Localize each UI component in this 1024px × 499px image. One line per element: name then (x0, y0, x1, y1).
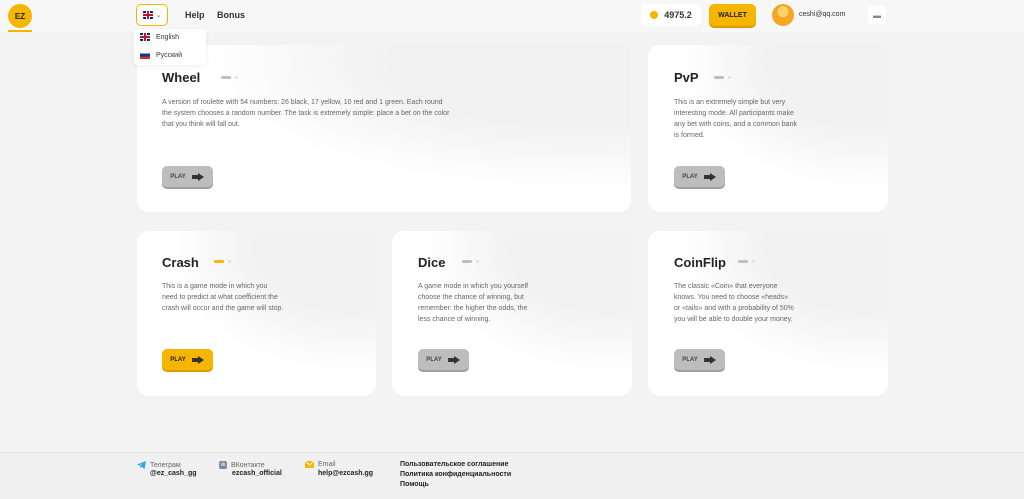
play-button[interactable]: PLAY (674, 166, 725, 187)
title-indicator (214, 260, 224, 263)
title-indicator-dot (235, 76, 238, 79)
language-option-label: English (156, 33, 179, 41)
game-card-crash: Crash This is a game mode in which you n… (137, 231, 376, 396)
vk-icon: vk (219, 461, 227, 469)
title-indicator-dot (752, 260, 755, 263)
user-email[interactable]: ceshi@qq.com (799, 11, 845, 18)
play-button-label: PLAY (170, 356, 186, 363)
game-title: Crash (162, 255, 199, 270)
play-button[interactable]: PLAY (162, 166, 213, 187)
game-card-pvp: PvP This is an extremely simple but very… (648, 45, 888, 212)
arrow-right-icon (447, 355, 461, 364)
arrow-right-icon (191, 355, 205, 364)
play-button-label: PLAY (682, 173, 698, 180)
game-description: A version of roulette with 54 numbers: 2… (162, 99, 450, 128)
ru-flag-icon (140, 51, 150, 59)
menu-icon[interactable]: ▬ (868, 6, 886, 24)
title-indicator (738, 260, 748, 263)
title-indicator (714, 76, 724, 79)
top-bar: EZ ⌄ Help Bonus 4975.2 WALLET ceshi@qq.c… (0, 0, 1024, 32)
game-card-wheel: Wheel A version of roulette with 54 numb… (137, 45, 631, 212)
privacy-policy-link[interactable]: Политика конфиденциальности (400, 471, 511, 478)
arrow-right-icon (191, 172, 205, 181)
play-button-label: PLAY (682, 356, 698, 363)
game-card-dice: Dice A game mode in which you yourself c… (392, 231, 632, 396)
title-indicator-dot (476, 260, 479, 263)
title-indicator-dot (228, 260, 231, 263)
email-label: Email (305, 461, 336, 468)
language-option-label: Русский (156, 51, 182, 59)
game-description: A game mode in which you yourself choose… (418, 283, 529, 323)
balance-amount: 4975.2 (664, 10, 692, 20)
language-option-english[interactable]: English (140, 33, 179, 41)
play-button-label: PLAY (426, 356, 442, 363)
title-indicator (221, 76, 231, 79)
language-dropdown: English Русский (134, 29, 206, 65)
telegram-icon (137, 461, 146, 469)
balance-display: 4975.2 (641, 4, 701, 26)
arrow-right-icon (703, 355, 717, 364)
game-title: Dice (418, 255, 446, 270)
telegram-handle[interactable]: @ez_cash_gg (150, 470, 197, 477)
game-description: This is a game mode in which you need to… (162, 283, 284, 312)
user-avatar[interactable] (772, 4, 794, 26)
game-card-coinflip: CoinFlip The classic «Coin» that everyon… (648, 231, 888, 396)
play-button-label: PLAY (170, 173, 186, 180)
vk-handle[interactable]: ezcash_official (232, 470, 282, 477)
game-title: PvP (674, 70, 699, 85)
game-title: CoinFlip (674, 255, 726, 270)
wallet-button[interactable]: WALLET (709, 4, 756, 26)
title-indicator (462, 260, 472, 263)
play-button[interactable]: PLAY (674, 349, 725, 370)
language-selector-button[interactable]: ⌄ (136, 4, 168, 26)
site-logo[interactable]: EZ (8, 4, 32, 28)
support-email[interactable]: help@ezcash.gg (318, 470, 373, 477)
language-option-russian[interactable]: Русский (140, 51, 182, 59)
arrow-right-icon (703, 172, 717, 181)
vk-label: vk ВКонтакте (219, 461, 265, 469)
logo-mark-icon: EZ (15, 12, 25, 21)
uk-flag-icon (142, 11, 153, 19)
coin-icon (650, 11, 659, 19)
title-indicator-dot (728, 76, 731, 79)
game-description: The classic «Coin» that everyone knows. … (674, 283, 794, 323)
mail-icon (305, 461, 314, 468)
uk-flag-icon (140, 33, 150, 41)
user-agreement-link[interactable]: Пользовательское соглашение (400, 461, 508, 468)
game-title: Wheel (162, 70, 201, 85)
play-button[interactable]: PLAY (418, 349, 469, 370)
nav-bonus-link[interactable]: Bonus (217, 10, 245, 20)
play-button[interactable]: PLAY (162, 349, 213, 370)
game-description: This is an extremely simple but very int… (674, 99, 797, 139)
chevron-down-icon: ⌄ (155, 12, 162, 19)
svg-text:EZ: EZ (15, 12, 25, 21)
logo-active-indicator (8, 30, 32, 32)
nav-help-link[interactable]: Help (185, 10, 205, 20)
help-link[interactable]: Помощь (400, 481, 429, 488)
footer: Телеграм @ez_cash_gg vk ВКонтакте ezcash… (0, 452, 1024, 499)
telegram-label: Телеграм (137, 461, 181, 469)
